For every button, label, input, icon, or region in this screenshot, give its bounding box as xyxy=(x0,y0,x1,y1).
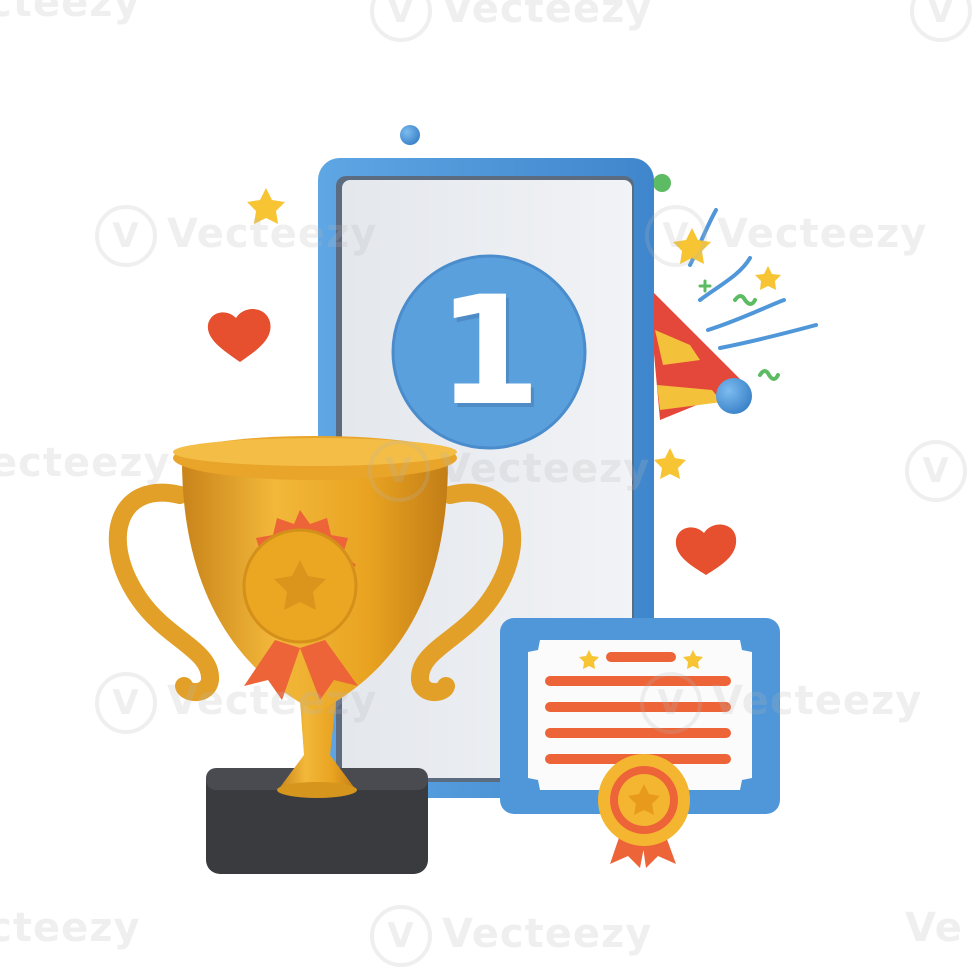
green-dot xyxy=(653,174,671,192)
achievement-scene xyxy=(108,125,818,874)
star-icon xyxy=(755,266,781,290)
star-icon xyxy=(247,188,285,224)
blue-dot xyxy=(400,125,420,145)
heart-icon xyxy=(675,524,737,575)
rosette-icon xyxy=(598,754,690,868)
star-icon xyxy=(654,448,686,479)
party-popper-icon xyxy=(648,287,752,420)
heart-icon xyxy=(207,309,271,362)
rank-number: 1 xyxy=(436,265,542,439)
